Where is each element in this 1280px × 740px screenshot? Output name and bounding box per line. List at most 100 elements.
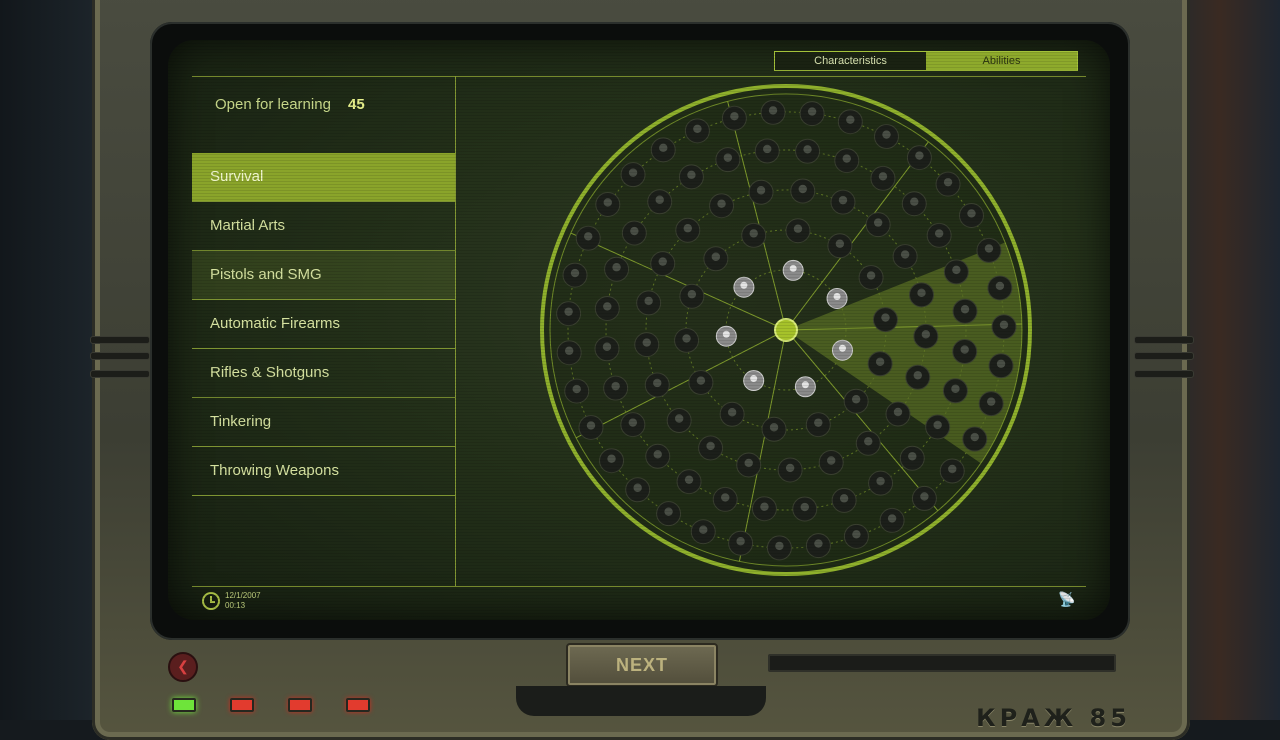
divider-bottom [192, 586, 1086, 587]
device-handle [516, 686, 766, 716]
hinge-left-3 [90, 370, 150, 378]
skill-glyph-icon [866, 271, 876, 280]
skill-glyph-icon [803, 145, 812, 154]
skill-glyph-icon [878, 172, 888, 181]
skill-glyph-icon [793, 224, 803, 233]
skill-glyph-icon [612, 263, 621, 272]
learning-points: 45 [348, 96, 365, 113]
skill-glyph-icon [682, 334, 691, 343]
skill-glyph-icon [768, 106, 778, 115]
next-button[interactable]: NEXT [566, 643, 718, 687]
learning-label: Open for learning [215, 96, 331, 113]
skill-glyph-icon [876, 476, 885, 486]
skill-glyph-icon [658, 257, 667, 266]
skill-glyph-icon [763, 144, 772, 154]
category-list: Survival Martial Arts Pistols and SMG Au… [192, 153, 455, 496]
skill-glyph-icon [674, 414, 684, 423]
skill-glyph-icon [572, 384, 581, 394]
skill-glyph-icon [653, 378, 662, 388]
skill-glyph-icon [798, 184, 807, 194]
skill-glyph-icon [996, 359, 1006, 368]
skill-glyph-icon [696, 376, 706, 385]
hinge-right-3 [1134, 370, 1194, 378]
clock-icon [202, 592, 220, 610]
background-right [1180, 0, 1280, 720]
skill-glyph-icon [875, 357, 885, 366]
skill-glyph-icon [999, 320, 1009, 330]
category-throwing-weapons[interactable]: Throwing Weapons [192, 447, 455, 496]
skill-wheel [540, 84, 1032, 576]
skill-glyph-icon [723, 153, 733, 162]
skill-glyph-icon [839, 494, 849, 503]
skill-glyph-icon [995, 281, 1005, 291]
skill-glyph-icon [607, 454, 616, 463]
category-tinkering[interactable]: Tinkering [192, 398, 455, 447]
skill-glyph-icon [586, 421, 596, 430]
skill-glyph-icon [706, 441, 715, 451]
tab-abilities[interactable]: Abilities [926, 52, 1077, 70]
skill-glyph-icon [653, 450, 662, 459]
skill-glyph-icon [659, 143, 668, 153]
skill-glyph-icon [564, 307, 573, 316]
skill-glyph-icon [801, 381, 809, 389]
skill-glyph-icon [602, 342, 612, 351]
tab-bar: Characteristics Abilities [774, 51, 1078, 71]
category-survival[interactable]: Survival [192, 153, 455, 202]
hinge-left-1 [90, 336, 150, 344]
skill-glyph-icon [900, 250, 910, 259]
skill-glyph-icon [693, 124, 702, 134]
tab-characteristics[interactable]: Characteristics [775, 52, 926, 70]
skill-glyph-icon [986, 397, 996, 406]
skill-glyph-icon [717, 199, 726, 208]
skill-glyph-icon [564, 346, 574, 355]
skill-glyph-icon [967, 209, 976, 218]
skill-glyph-icon [893, 407, 903, 417]
category-martial-arts[interactable]: Martial Arts [192, 202, 455, 251]
skill-glyph-icon [664, 507, 673, 516]
category-automatic-firearms[interactable]: Automatic Firearms [192, 300, 455, 349]
category-pistols-smg[interactable]: Pistols and SMG [192, 251, 455, 300]
skill-glyph-icon [711, 252, 721, 261]
device-logo: КРАЖ 85 [976, 704, 1131, 732]
skill-glyph-icon [882, 130, 891, 139]
skill-glyph-icon [687, 170, 696, 180]
divider-top [192, 76, 1086, 77]
skill-glyph-icon [873, 218, 883, 227]
skill-glyph-icon [933, 420, 942, 430]
skill-glyph-icon [951, 384, 960, 393]
skill-glyph-icon [736, 537, 745, 546]
background-left [0, 0, 100, 720]
skill-glyph-icon [727, 408, 737, 417]
skill-glyph-icon [750, 375, 758, 383]
skill-glyph-icon [887, 514, 897, 523]
date-text: 12/1/2007 [225, 591, 261, 600]
led-red-3 [346, 698, 370, 712]
skill-glyph-icon [948, 464, 957, 474]
skill-glyph-icon [943, 177, 953, 187]
skill-glyph-icon [852, 530, 861, 539]
skill-glyph-icon [864, 437, 873, 446]
skill-glyph-icon [970, 432, 979, 442]
skill-glyph-icon [960, 345, 969, 354]
skill-glyph-icon [960, 305, 970, 314]
led-red-1 [230, 698, 254, 712]
back-button[interactable]: ❮ [168, 652, 198, 682]
hinge-right-1 [1134, 336, 1194, 344]
skill-glyph-icon [628, 418, 638, 427]
skill-glyph-icon [807, 107, 817, 116]
skill-glyph-icon [934, 229, 944, 238]
skill-glyph-icon [644, 296, 653, 306]
skill-glyph-icon [655, 195, 664, 204]
skill-glyph-icon [881, 313, 890, 322]
skill-glyph-icon [835, 239, 845, 248]
skill-glyph-icon [908, 452, 917, 461]
skill-glyph-icon [687, 290, 697, 299]
category-rifles-shotguns[interactable]: Rifles & Shotguns [192, 349, 455, 398]
card-slot [768, 654, 1116, 672]
skill-glyph-icon [603, 302, 612, 311]
skill-glyph-icon [838, 195, 848, 205]
skill-glyph-icon [633, 483, 642, 492]
hinge-left-2 [90, 352, 150, 360]
time-text: 00:13 [225, 601, 246, 610]
skill-glyph-icon [814, 539, 823, 548]
